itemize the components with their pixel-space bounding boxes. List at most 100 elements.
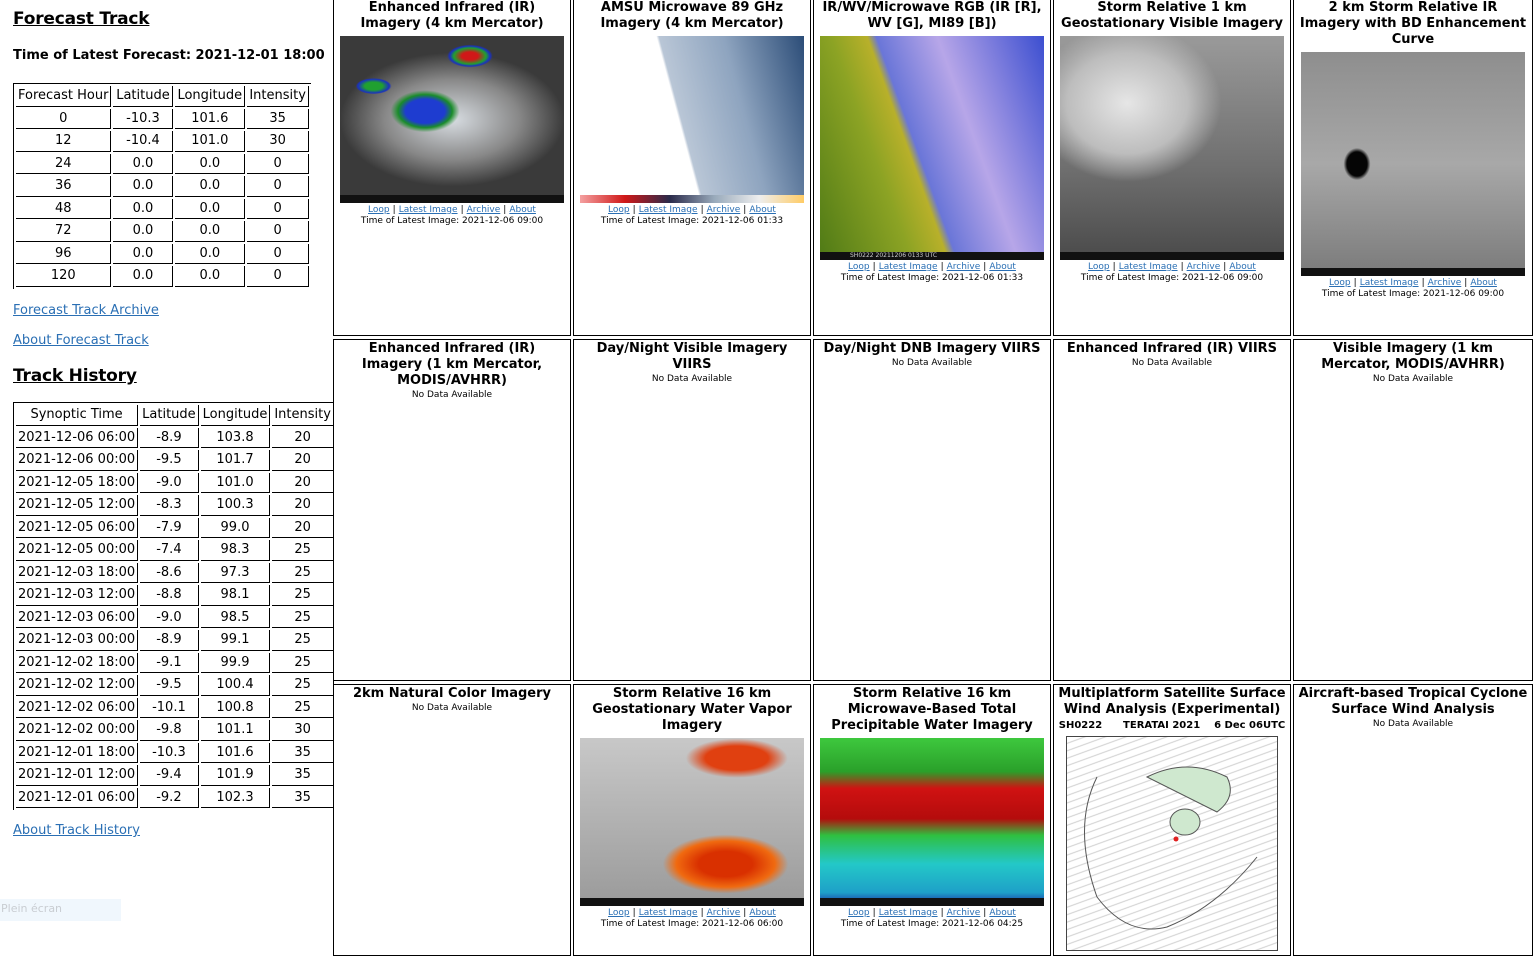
table-row: 2021-12-06 06:00 -8.9 103.8 20 — [16, 427, 334, 448]
table-row: 12 -10.4 101.0 30 — [16, 131, 310, 152]
loop-link[interactable]: Loop — [848, 262, 870, 272]
archive-link[interactable]: Archive — [947, 908, 981, 918]
image-color-bar — [1060, 252, 1284, 260]
column-header: Intensity — [272, 405, 334, 426]
archive-link[interactable]: Archive — [467, 205, 501, 215]
panel-title: Day/Night Visible Imagery VIIRS — [596, 341, 788, 372]
about-link[interactable]: About — [989, 908, 1016, 918]
table-cell: 30 — [247, 131, 310, 152]
about-link[interactable]: About — [749, 908, 776, 918]
satellite-image-wv-16km[interactable] — [580, 738, 804, 906]
table-cell: 25 — [272, 585, 334, 606]
table-row: 2021-12-02 12:00 -9.5 100.4 25 — [16, 675, 334, 696]
archive-link[interactable]: Archive — [947, 262, 981, 272]
satellite-image-wind-analysis[interactable] — [1066, 736, 1278, 951]
satellite-image-ir-4km[interactable] — [340, 36, 564, 203]
image-links: Loop | Latest Image | Archive | About — [1294, 278, 1532, 289]
latest-link[interactable]: Latest Image — [1119, 262, 1178, 272]
table-cell: 99.9 — [200, 652, 271, 673]
link-separator: | — [743, 908, 747, 918]
table-cell: 103.8 — [200, 427, 271, 448]
table-cell: 100.4 — [200, 675, 271, 696]
table-cell: 35 — [247, 108, 310, 129]
table-cell: 97.3 — [200, 562, 271, 583]
about-track-history-link[interactable]: About Track History — [13, 823, 140, 838]
archive-link[interactable]: Archive — [1428, 278, 1462, 288]
satellite-image-amsu-89[interactable] — [580, 36, 804, 203]
latest-link[interactable]: Latest Image — [639, 205, 698, 215]
table-row: 96 0.0 0.0 0 — [16, 243, 310, 264]
fullscreen-button[interactable]: Plein écran — [0, 899, 121, 921]
table-cell: 96 — [16, 243, 112, 264]
table-cell: -8.8 — [140, 585, 199, 606]
table-cell: -9.0 — [140, 607, 199, 628]
table-cell: -9.8 — [140, 720, 199, 741]
table-cell: 0.0 — [113, 198, 174, 219]
table-cell: -10.3 — [113, 108, 174, 129]
panel-2-km-storm-relative-ir-imagery-with-bd-enhancement-curve: 2 km Storm Relative IR Imagery with BD E… — [1293, 0, 1533, 336]
table-cell: 101.0 — [200, 472, 271, 493]
table-cell: 99.1 — [200, 630, 271, 651]
latest-link[interactable]: Latest Image — [879, 262, 938, 272]
archive-link[interactable]: Archive — [707, 205, 741, 215]
latest-link[interactable]: Latest Image — [399, 205, 458, 215]
latest-link[interactable]: Latest Image — [879, 908, 938, 918]
satellite-image-vis-1km[interactable] — [1060, 36, 1284, 260]
loop-link[interactable]: Loop — [608, 908, 630, 918]
archive-link[interactable]: Archive — [1187, 262, 1221, 272]
about-forecast-track-link[interactable]: About Forecast Track — [13, 333, 149, 348]
table-cell: 2021-12-01 06:00 — [16, 787, 139, 808]
table-cell: 0 — [247, 198, 310, 219]
table-cell: 2021-12-05 12:00 — [16, 495, 139, 516]
latest-link[interactable]: Latest Image — [639, 908, 698, 918]
table-row: 2021-12-05 12:00 -8.3 100.3 20 — [16, 495, 334, 516]
table-row: 48 0.0 0.0 0 — [16, 198, 310, 219]
table-cell: 2021-12-05 00:00 — [16, 540, 139, 561]
panel-2km-natural-color-imagery: 2km Natural Color Imagery No Data Availab… — [333, 684, 571, 956]
table-cell: 0.0 — [175, 153, 246, 174]
table-cell: -9.5 — [140, 675, 199, 696]
latest-image-time: Time of Latest Image: 2021-12-06 01:33 — [600, 216, 784, 226]
archive-link[interactable]: Archive — [707, 908, 741, 918]
panel-day-night-visible-imagery-viirs: Day/Night Visible Imagery VIIRS No Data A… — [573, 339, 811, 681]
table-row: 2021-12-03 00:00 -8.9 99.1 25 — [16, 630, 334, 651]
table-cell: 25 — [272, 697, 334, 718]
no-data-message: No Data Available — [1131, 358, 1213, 368]
link-separator: | — [632, 205, 636, 215]
image-color-bar — [820, 898, 1044, 906]
loop-link[interactable]: Loop — [1088, 262, 1110, 272]
table-cell: 35 — [272, 742, 334, 763]
panel-title: IR/WV/Microwave RGB (IR [R], WV [G], MI8… — [822, 0, 1042, 31]
loop-link[interactable]: Loop — [608, 205, 630, 215]
link-separator: | — [983, 262, 987, 272]
about-link[interactable]: About — [1229, 262, 1256, 272]
satellite-image-tpw[interactable] — [820, 738, 1044, 906]
about-link[interactable]: About — [1470, 278, 1497, 288]
panel-title: Aircraft-based Tropical Cyclone Surface … — [1298, 686, 1528, 717]
about-link[interactable]: About — [509, 205, 536, 215]
loop-link[interactable]: Loop — [848, 908, 870, 918]
forecast-track-heading: Forecast Track — [13, 9, 150, 29]
loop-link[interactable]: Loop — [1329, 278, 1351, 288]
about-link[interactable]: About — [749, 205, 776, 215]
link-separator: | — [1464, 278, 1468, 288]
panel-title: Multiplatform Satellite Surface Wind Ana… — [1058, 686, 1286, 717]
image-color-bar — [580, 898, 804, 906]
table-row: 36 0.0 0.0 0 — [16, 176, 310, 197]
table-cell: 20 — [272, 472, 334, 493]
table-row: 2021-12-03 12:00 -8.8 98.1 25 — [16, 585, 334, 606]
track-history-table: Synoptic Time Latitude Longitude Intensi… — [13, 402, 336, 810]
table-header-row: Synoptic Time Latitude Longitude Intensi… — [16, 405, 334, 426]
satellite-image-rgb[interactable]: SH0222 20211206 0133 UTC — [820, 36, 1044, 260]
table-cell: 25 — [272, 562, 334, 583]
table-cell: 101.6 — [200, 742, 271, 763]
latest-link[interactable]: Latest Image — [1360, 278, 1419, 288]
table-cell: 35 — [272, 765, 334, 786]
satellite-image-ir-bd[interactable] — [1301, 52, 1525, 276]
table-cell: -7.9 — [140, 517, 199, 538]
image-links: Loop | Latest Image | Archive | About — [814, 262, 1050, 273]
forecast-track-archive-link[interactable]: Forecast Track Archive — [13, 303, 159, 318]
panel-title: Day/Night DNB Imagery VIIRS — [823, 341, 1041, 356]
about-link[interactable]: About — [989, 262, 1016, 272]
loop-link[interactable]: Loop — [368, 205, 390, 215]
